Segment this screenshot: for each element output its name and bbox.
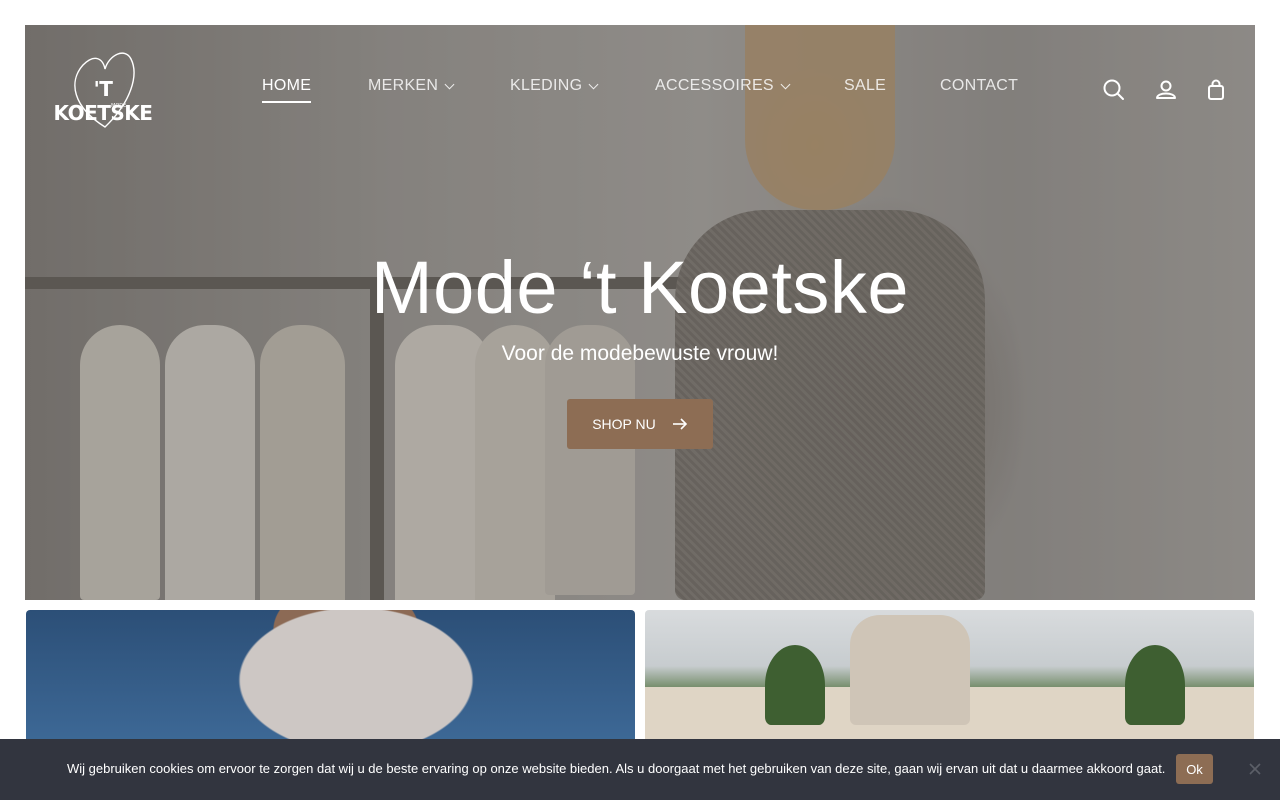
category-card-right[interactable] xyxy=(645,610,1254,750)
nav-item-contact[interactable]: CONTACT xyxy=(940,77,1018,95)
nav-item-accessoires[interactable]: ACCESSOIRES xyxy=(655,77,791,95)
account-icon[interactable] xyxy=(1153,77,1179,103)
palm-tree xyxy=(1125,645,1185,725)
nav-item-home[interactable]: HOME xyxy=(262,77,312,103)
nav-item-sale[interactable]: SALE xyxy=(844,77,886,95)
cart-icon[interactable] xyxy=(1203,77,1229,103)
nav-item-label: MERKEN xyxy=(368,77,439,94)
nav-item-merken[interactable]: MERKEN xyxy=(368,77,455,95)
search-icon[interactable] xyxy=(1101,77,1127,103)
hero-banner: 'T KOETSKE MODE HOME MERKEN KLEDING ACCE… xyxy=(25,25,1255,600)
cookie-banner: Wij gebruiken cookies om ervoor te zorge… xyxy=(0,739,1280,800)
chevron-down-icon xyxy=(780,79,791,89)
shop-now-label: SHOP NU xyxy=(592,416,656,432)
hero-subtitle: Voor de modebewuste vrouw! xyxy=(501,342,779,365)
nav-item-label: HOME xyxy=(262,77,312,94)
category-card-left[interactable] xyxy=(26,610,635,750)
nav-item-label: SALE xyxy=(844,77,887,94)
cookie-ok-button[interactable]: Ok xyxy=(1176,754,1213,784)
arrow-right-icon xyxy=(672,418,687,430)
nav-item-label: ACCESSOIRES xyxy=(655,77,774,94)
chevron-down-icon xyxy=(444,79,455,89)
hero-title: Mode ‘t Koetske xyxy=(370,246,910,329)
main-nav: HOME MERKEN KLEDING ACCESSOIRES SALE CON… xyxy=(25,77,1255,107)
chevron-down-icon xyxy=(588,79,599,89)
cookie-message: Wij gebruiken cookies om ervoor te zorge… xyxy=(67,761,1166,776)
shop-now-button[interactable]: SHOP NU xyxy=(567,399,713,449)
palm-tree xyxy=(765,645,825,725)
nav-item-kleding[interactable]: KLEDING xyxy=(510,77,599,95)
model-jacket xyxy=(850,615,970,725)
close-icon[interactable] xyxy=(1248,761,1262,775)
nav-item-label: CONTACT xyxy=(940,77,1019,94)
nav-item-label: KLEDING xyxy=(510,77,583,94)
